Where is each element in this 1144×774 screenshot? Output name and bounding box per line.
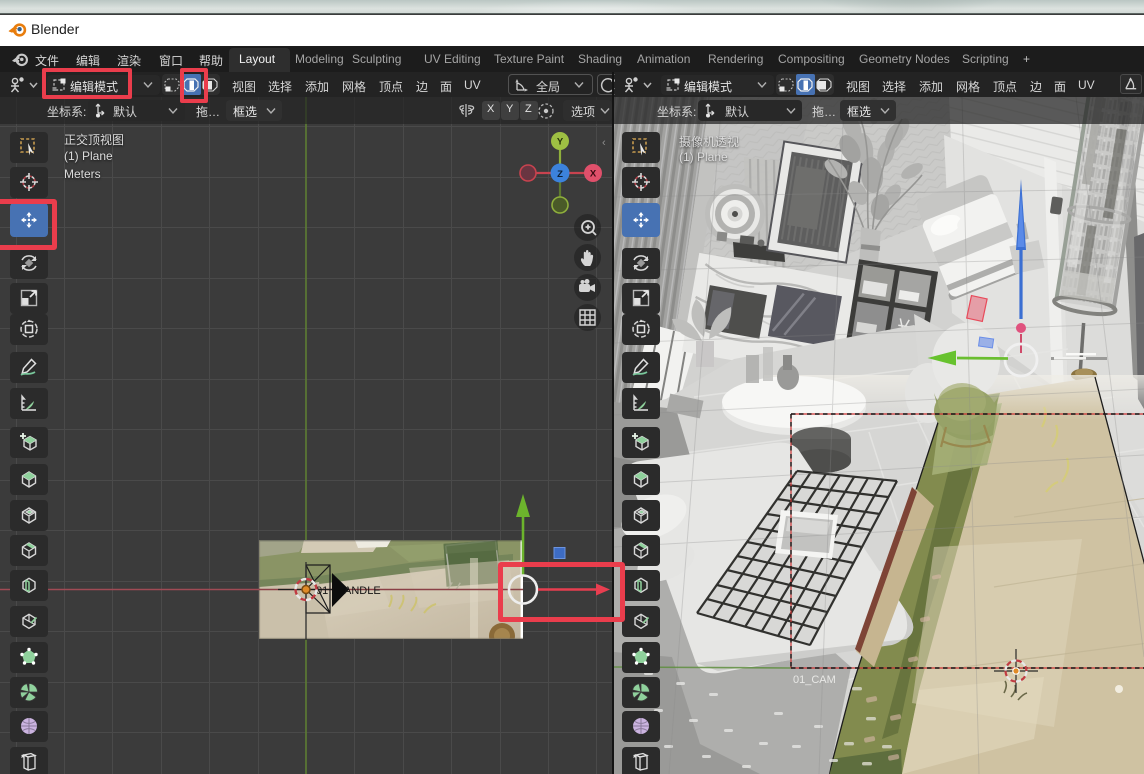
svg-text:01_CAM: 01_CAM	[793, 674, 836, 686]
svg-text:X: X	[590, 169, 597, 180]
svg-text:Y: Y	[557, 137, 564, 148]
svg-text:ANDLE: ANDLE	[344, 585, 381, 597]
svg-text:01: 01	[316, 585, 328, 597]
svg-text:Z: Z	[557, 169, 563, 180]
